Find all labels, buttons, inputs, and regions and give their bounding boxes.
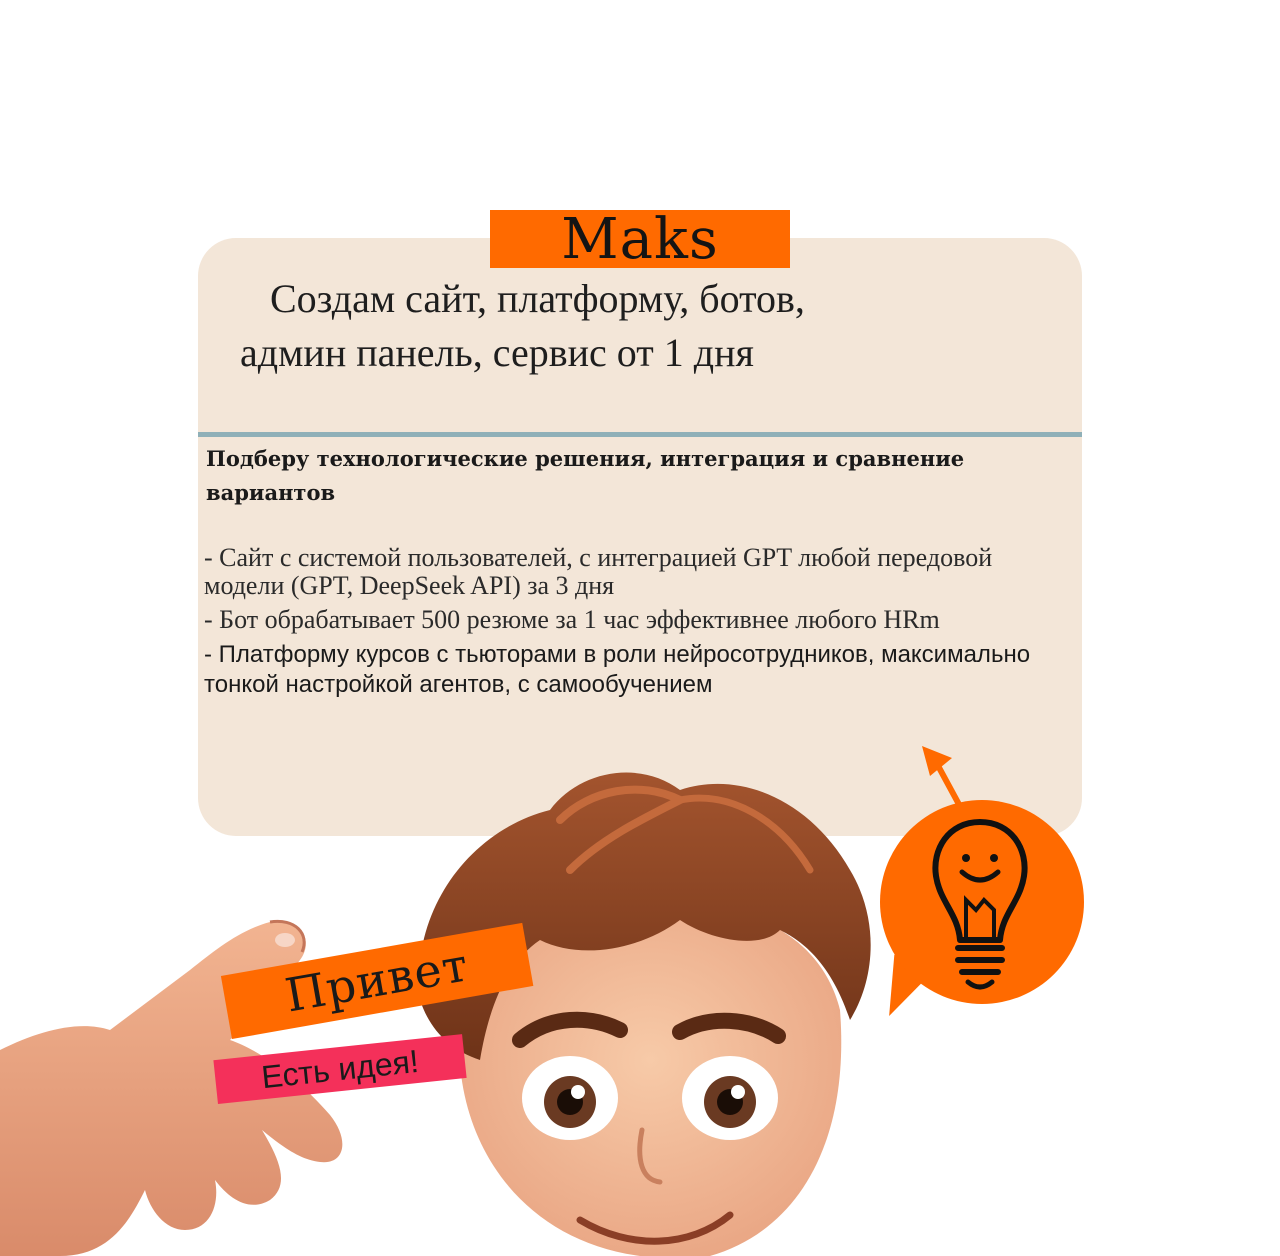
headline-line-2: админ панель, сервис от 1 дня <box>240 330 754 375</box>
service-item-bot: - Бот обрабатывает 500 резюме за 1 час э… <box>204 605 940 634</box>
lightbulb-smile-icon <box>932 819 1028 990</box>
name-tag: Maks <box>490 210 790 270</box>
headline-line-1: Создам сайт, платформу, ботов, <box>270 276 805 321</box>
promo-poster: Maks Создам сайт, платформу, ботов, адми… <box>0 0 1280 1256</box>
service-list: - Сайт с системой пользователей, с интег… <box>204 544 1074 706</box>
service-item-courses: - Платформу курсов с тьюторами в роли не… <box>204 641 1031 698</box>
subheading: Подберу технологические решения, интегра… <box>206 446 965 505</box>
headline: Создам сайт, платформу, ботов, админ пан… <box>230 272 1050 380</box>
arrow-up-icon <box>922 746 965 813</box>
service-item-gpt: - Сайт с системой пользователей, с интег… <box>204 543 993 600</box>
cartoon-character <box>418 772 871 1256</box>
card-divider <box>198 432 1082 437</box>
